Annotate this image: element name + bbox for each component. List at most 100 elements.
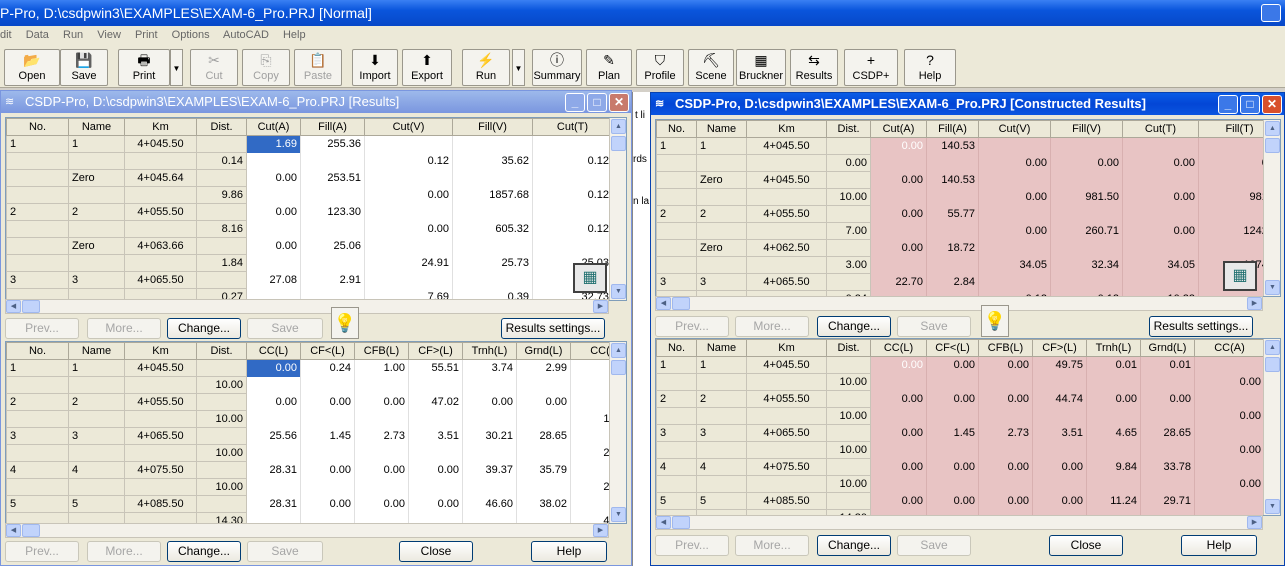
table-cell[interactable] [746, 154, 827, 172]
table-cell[interactable]: 0.00 [408, 495, 463, 513]
table-cell[interactable] [1194, 390, 1265, 408]
column-header[interactable]: Km [124, 342, 197, 360]
table-cell[interactable]: 981.50 [1050, 188, 1123, 206]
table-cell[interactable]: 3 [656, 424, 697, 442]
table-cell[interactable]: 0.00 [462, 393, 517, 411]
table-cell[interactable]: 10.00 [196, 478, 247, 496]
table-cell[interactable] [926, 475, 979, 493]
scroll-down-arrow[interactable]: ▼ [611, 507, 626, 522]
table-cell[interactable] [364, 135, 453, 153]
table-cell[interactable] [68, 152, 125, 170]
table-cell[interactable]: Zero [68, 169, 125, 187]
table-cell[interactable]: 27.08 [246, 271, 301, 289]
table-cell[interactable] [1122, 273, 1199, 291]
table-cell[interactable] [300, 220, 365, 238]
table-cell[interactable] [68, 254, 125, 272]
lightbulb-icon[interactable]: 💡 [331, 307, 359, 339]
table-cell[interactable]: 38.02 [516, 495, 571, 513]
table-cell[interactable] [246, 376, 301, 394]
table-cell[interactable] [246, 186, 301, 204]
table-cell[interactable]: 2 [6, 203, 69, 221]
table-cell[interactable]: 2.73 [354, 427, 409, 445]
column-header[interactable]: Dist. [196, 342, 247, 360]
table-cell[interactable] [826, 205, 871, 223]
toolbar-export-button[interactable]: ⬆ Export [402, 49, 452, 86]
table-cell[interactable] [532, 135, 613, 153]
table-cell[interactable] [746, 188, 827, 206]
save-button[interactable]: Save [247, 318, 323, 339]
table-cell[interactable]: 253.51 [300, 169, 365, 187]
table-cell[interactable] [1122, 239, 1199, 257]
table-cell[interactable]: 10.00 [826, 373, 871, 391]
table-row[interactable]: 2 2 4+055.50 0.00 0.00 0.00 47.02 0.00 0.00 [6, 393, 626, 411]
table-cell[interactable]: 0.12 [532, 220, 613, 238]
table-cell[interactable] [978, 137, 1051, 155]
table-cell[interactable]: 0.00 [354, 393, 409, 411]
table-cell[interactable] [826, 458, 871, 476]
table-cell[interactable]: 4+045.50 [124, 135, 197, 153]
table-cell[interactable] [354, 410, 409, 428]
table-cell[interactable] [124, 410, 197, 428]
scroll-left-arrow[interactable]: ◀ [656, 297, 671, 310]
table-cell[interactable] [196, 427, 247, 445]
scroll-down-arrow[interactable]: ▼ [611, 284, 626, 299]
table-cell[interactable]: 28.31 [246, 461, 301, 479]
table-cell[interactable]: 0.00 [978, 222, 1051, 240]
minimize-button[interactable] [1261, 4, 1281, 22]
table-cell[interactable] [656, 256, 697, 274]
scroll-right-arrow[interactable]: ▶ [593, 524, 608, 537]
table-cell[interactable] [826, 424, 871, 442]
column-header[interactable]: No. [6, 342, 69, 360]
table-cell[interactable] [870, 188, 927, 206]
table-cell[interactable] [1032, 407, 1087, 425]
table-cell[interactable] [300, 186, 365, 204]
column-header[interactable]: No. [656, 120, 697, 138]
table-cell[interactable]: 5 [696, 492, 747, 510]
table-cell[interactable]: 3 [696, 273, 747, 291]
prev-button[interactable]: Prev... [655, 316, 729, 337]
table-cell[interactable] [124, 444, 197, 462]
table-cell[interactable] [826, 239, 871, 257]
calculator-icon[interactable]: ▦ [573, 263, 607, 293]
table-cell[interactable]: 0.00 [978, 492, 1033, 510]
table-cell[interactable]: 4+062.50 [746, 239, 827, 257]
table-cell[interactable]: 0.00 [1050, 154, 1123, 172]
column-header[interactable]: No. [656, 339, 697, 357]
change-button[interactable]: Change... [167, 318, 241, 339]
table-row[interactable]: 10.00269.35 [6, 444, 626, 462]
table-cell[interactable]: 0.00 [246, 393, 301, 411]
table-cell[interactable] [926, 222, 979, 240]
column-header[interactable]: Fill(A) [926, 120, 979, 138]
menu-edit[interactable]: dit [0, 29, 12, 41]
lightbulb-icon[interactable]: 💡 [981, 305, 1009, 337]
table-cell[interactable] [1194, 458, 1265, 476]
toolbar-results-button[interactable]: ⇆ Results [790, 49, 838, 86]
table-cell[interactable]: Zero [696, 239, 747, 257]
table-cell[interactable] [1050, 239, 1123, 257]
table-cell[interactable] [6, 186, 69, 204]
toolbar-open-button[interactable]: 📂 Open [4, 49, 60, 86]
minimize-button[interactable]: _ [565, 93, 585, 112]
table-cell[interactable]: 4+055.50 [746, 390, 827, 408]
column-header[interactable]: CC(L) [246, 342, 301, 360]
scroll-thumb[interactable] [1265, 357, 1280, 372]
table-cell[interactable]: 3 [6, 271, 69, 289]
table-cell[interactable]: 0.00 [354, 461, 409, 479]
table-cell[interactable]: 2 [696, 205, 747, 223]
table-cell[interactable] [1122, 171, 1199, 189]
table-cell[interactable]: 4+075.50 [746, 458, 827, 476]
table-cell[interactable] [364, 271, 453, 289]
table-cell[interactable] [408, 444, 463, 462]
more-button[interactable]: More... [87, 318, 161, 339]
prev-button[interactable]: Prev... [655, 535, 729, 556]
table-cell[interactable] [452, 135, 533, 153]
table-cell[interactable] [354, 444, 409, 462]
prev-button[interactable]: Prev... [5, 318, 79, 339]
table-cell[interactable] [6, 220, 69, 238]
table-row[interactable]: 10.00 0.00 [656, 373, 1265, 391]
table-cell[interactable] [746, 441, 827, 459]
table-cell[interactable]: 34.05 [1122, 256, 1199, 274]
table-cell[interactable] [196, 393, 247, 411]
column-header[interactable]: Cut(V) [364, 118, 453, 136]
table-cell[interactable]: 35.62 [452, 152, 533, 170]
